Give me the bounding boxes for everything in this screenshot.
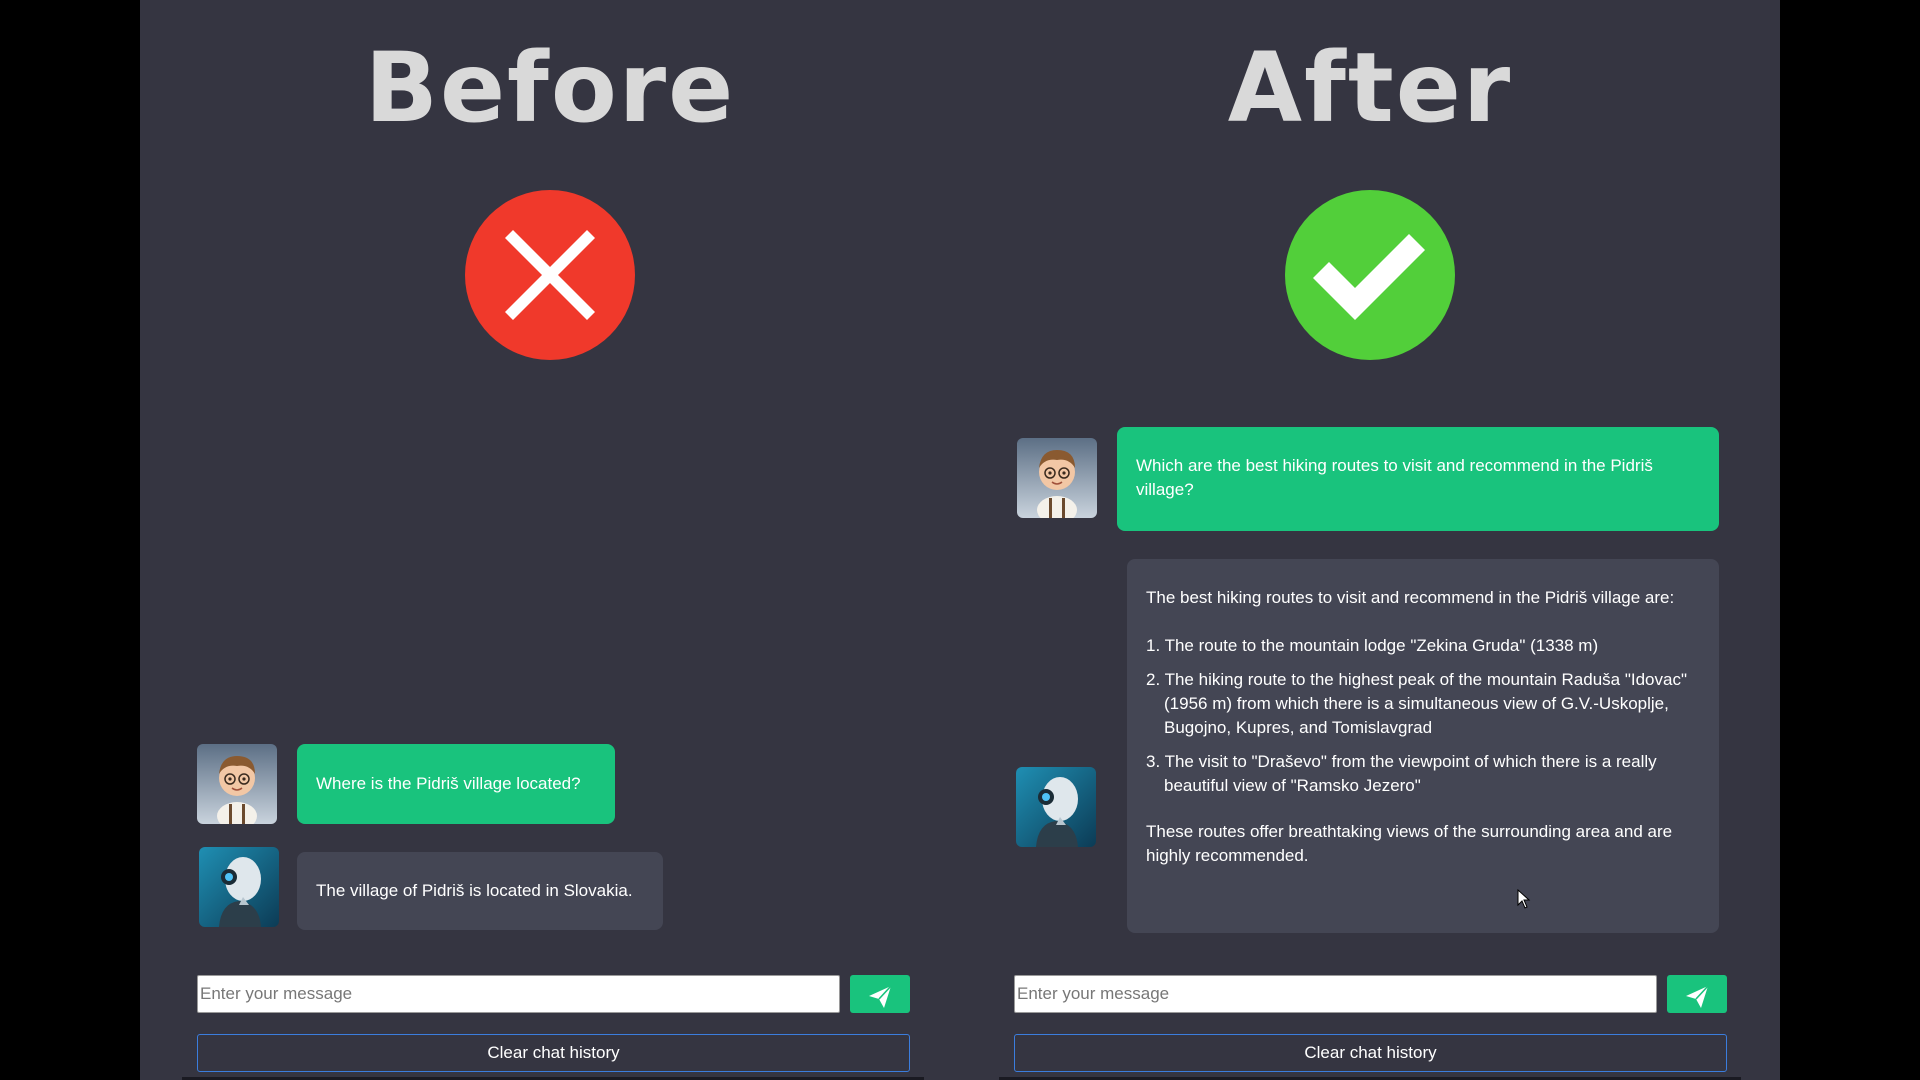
bot-message-bubble: The village of Pidriš is located in Slov… — [297, 852, 663, 930]
list-item: 3. The visit to "Draševo" from the viewp… — [1146, 752, 1657, 795]
bot-avatar — [199, 847, 279, 927]
after-panel: After Which are the best hiking routes t… — [960, 0, 1780, 1080]
paper-plane-icon — [869, 985, 892, 1008]
list-item: 2. The hiking route to the highest peak … — [1146, 670, 1687, 737]
user-avatar — [197, 744, 277, 824]
paper-plane-icon — [1686, 985, 1709, 1008]
bot-intro-text: The best hiking routes to visit and reco… — [1146, 588, 1675, 607]
route-list: 1. The route to the mountain lodge "Zeki… — [1146, 634, 1700, 798]
message-input[interactable] — [197, 975, 840, 1013]
bot-outro-text: These routes offer breathtaking views of… — [1146, 822, 1673, 865]
message-input[interactable] — [1014, 975, 1657, 1013]
mouse-cursor-icon — [1517, 889, 1531, 909]
send-button[interactable] — [850, 975, 910, 1013]
clear-history-button[interactable]: Clear chat history — [1014, 1034, 1727, 1072]
after-heading: After — [1227, 32, 1513, 144]
bot-message-bubble: The best hiking routes to visit and reco… — [1127, 559, 1719, 933]
before-heading: Before — [364, 32, 736, 144]
clear-history-button[interactable]: Clear chat history — [197, 1034, 910, 1072]
user-avatar — [1017, 438, 1097, 518]
bot-avatar — [1016, 767, 1096, 847]
green-check-icon — [1285, 190, 1455, 360]
user-message-bubble: Which are the best hiking routes to visi… — [1117, 427, 1719, 531]
before-panel: Before Where is the Pidriš village locat… — [140, 0, 960, 1080]
list-item: 1. The route to the mountain lodge "Zeki… — [1146, 636, 1599, 655]
user-message-bubble: Where is the Pidriš village located? — [297, 744, 615, 824]
comparison-stage: Before Where is the Pidriš village locat… — [140, 0, 1780, 1080]
send-button[interactable] — [1667, 975, 1727, 1013]
red-x-icon — [465, 190, 635, 360]
